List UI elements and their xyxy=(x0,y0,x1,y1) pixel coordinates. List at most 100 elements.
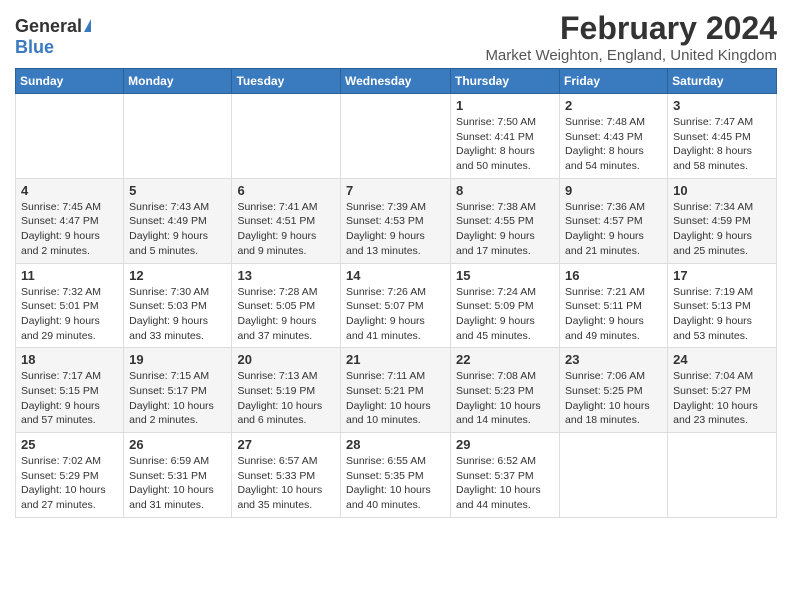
calendar-cell: 15 Sunrise: 7:24 AM Sunset: 5:09 PM Dayli… xyxy=(451,263,560,348)
calendar-cell: 14 Sunrise: 7:26 AM Sunset: 5:07 PM Dayli… xyxy=(341,263,451,348)
calendar-cell: 1 Sunrise: 7:50 AM Sunset: 4:41 PM Daylig… xyxy=(451,94,560,179)
calendar-cell: 2Sunrise: 7:48 AM Sunset: 4:43 PM Daylig… xyxy=(560,94,668,179)
calendar-cell xyxy=(232,94,341,179)
calendar-cell: 16 Sunrise: 7:21 AM Sunset: 5:11 PM Dayli… xyxy=(560,263,668,348)
day-info: Sunrise: 7:11 AM Sunset: 5:21 PM Dayligh… xyxy=(346,369,445,428)
header-cell-friday: Friday xyxy=(560,69,668,94)
calendar-cell: 3Sunrise: 7:47 AM Sunset: 4:45 PM Daylig… xyxy=(668,94,777,179)
day-info: Sunrise: 7:17 AM Sunset: 5:15 PM Dayligh… xyxy=(21,369,118,428)
logo-blue-text: Blue xyxy=(15,37,54,58)
calendar-cell xyxy=(341,94,451,179)
calendar-cell: 28 Sunrise: 6:55 AM Sunset: 5:35 PM Dayli… xyxy=(341,433,451,518)
day-number: 21 xyxy=(346,352,445,367)
day-info: Sunrise: 7:13 AM Sunset: 5:19 PM Dayligh… xyxy=(237,369,335,428)
calendar-cell: 19 Sunrise: 7:15 AM Sunset: 5:17 PM Dayli… xyxy=(124,348,232,433)
calendar-cell: 21 Sunrise: 7:11 AM Sunset: 5:21 PM Dayli… xyxy=(341,348,451,433)
day-info: Sunrise: 6:55 AM Sunset: 5:35 PM Dayligh… xyxy=(346,454,445,513)
header-cell-wednesday: Wednesday xyxy=(341,69,451,94)
calendar-cell: 4Sunrise: 7:45 AM Sunset: 4:47 PM Daylig… xyxy=(16,178,124,263)
day-info: Sunrise: 7:47 AM Sunset: 4:45 PM Dayligh… xyxy=(673,115,771,174)
calendar-cell: 12 Sunrise: 7:30 AM Sunset: 5:03 PM Dayli… xyxy=(124,263,232,348)
day-number: 17 xyxy=(673,268,771,283)
day-info: Sunrise: 7:04 AM Sunset: 5:27 PM Dayligh… xyxy=(673,369,771,428)
calendar-cell: 13Sunrise: 7:28 AM Sunset: 5:05 PM Dayli… xyxy=(232,263,341,348)
calendar-cell: 8 Sunrise: 7:38 AM Sunset: 4:55 PM Daylig… xyxy=(451,178,560,263)
calendar-cell xyxy=(668,433,777,518)
day-info: Sunrise: 7:41 AM Sunset: 4:51 PM Dayligh… xyxy=(237,200,335,259)
day-number: 5 xyxy=(129,183,226,198)
day-number: 29 xyxy=(456,437,554,452)
day-info: Sunrise: 6:57 AM Sunset: 5:33 PM Dayligh… xyxy=(237,454,335,513)
logo: General Blue xyxy=(15,16,91,58)
day-info: Sunrise: 7:19 AM Sunset: 5:13 PM Dayligh… xyxy=(673,285,771,344)
day-number: 26 xyxy=(129,437,226,452)
day-info: Sunrise: 7:48 AM Sunset: 4:43 PM Dayligh… xyxy=(565,115,662,174)
day-info: Sunrise: 6:59 AM Sunset: 5:31 PM Dayligh… xyxy=(129,454,226,513)
header: General Blue February 2024 Market Weight… xyxy=(15,10,777,64)
calendar-body: 1 Sunrise: 7:50 AM Sunset: 4:41 PM Daylig… xyxy=(16,94,777,518)
day-number: 24 xyxy=(673,352,771,367)
day-number: 9 xyxy=(565,183,662,198)
calendar-week-2: 4Sunrise: 7:45 AM Sunset: 4:47 PM Daylig… xyxy=(16,178,777,263)
calendar-cell: 7Sunrise: 7:39 AM Sunset: 4:53 PM Daylig… xyxy=(341,178,451,263)
calendar-cell: 25 Sunrise: 7:02 AM Sunset: 5:29 PM Dayli… xyxy=(16,433,124,518)
day-number: 23 xyxy=(565,352,662,367)
day-info: Sunrise: 7:38 AM Sunset: 4:55 PM Dayligh… xyxy=(456,200,554,259)
calendar-header-row: SundayMondayTuesdayWednesdayThursdayFrid… xyxy=(16,69,777,94)
day-number: 15 xyxy=(456,268,554,283)
day-number: 13 xyxy=(237,268,335,283)
day-number: 27 xyxy=(237,437,335,452)
day-info: Sunrise: 7:15 AM Sunset: 5:17 PM Dayligh… xyxy=(129,369,226,428)
header-cell-monday: Monday xyxy=(124,69,232,94)
logo-general-text: General xyxy=(15,16,82,37)
calendar-week-3: 11Sunrise: 7:32 AM Sunset: 5:01 PM Dayli… xyxy=(16,263,777,348)
calendar-cell: 9Sunrise: 7:36 AM Sunset: 4:57 PM Daylig… xyxy=(560,178,668,263)
day-number: 25 xyxy=(21,437,118,452)
day-info: Sunrise: 7:06 AM Sunset: 5:25 PM Dayligh… xyxy=(565,369,662,428)
calendar-cell xyxy=(16,94,124,179)
day-info: Sunrise: 6:52 AM Sunset: 5:37 PM Dayligh… xyxy=(456,454,554,513)
day-number: 10 xyxy=(673,183,771,198)
day-number: 14 xyxy=(346,268,445,283)
day-number: 1 xyxy=(456,98,554,113)
calendar-cell: 26 Sunrise: 6:59 AM Sunset: 5:31 PM Dayli… xyxy=(124,433,232,518)
day-number: 28 xyxy=(346,437,445,452)
header-cell-tuesday: Tuesday xyxy=(232,69,341,94)
day-info: Sunrise: 7:43 AM Sunset: 4:49 PM Dayligh… xyxy=(129,200,226,259)
day-info: Sunrise: 7:24 AM Sunset: 5:09 PM Dayligh… xyxy=(456,285,554,344)
calendar-table: SundayMondayTuesdayWednesdayThursdayFrid… xyxy=(15,68,777,518)
header-cell-saturday: Saturday xyxy=(668,69,777,94)
calendar-week-5: 25 Sunrise: 7:02 AM Sunset: 5:29 PM Dayli… xyxy=(16,433,777,518)
calendar-cell: 29 Sunrise: 6:52 AM Sunset: 5:37 PM Dayli… xyxy=(451,433,560,518)
calendar-cell xyxy=(124,94,232,179)
calendar-cell: 22 Sunrise: 7:08 AM Sunset: 5:23 PM Dayli… xyxy=(451,348,560,433)
day-number: 8 xyxy=(456,183,554,198)
day-info: Sunrise: 7:26 AM Sunset: 5:07 PM Dayligh… xyxy=(346,285,445,344)
day-number: 19 xyxy=(129,352,226,367)
day-info: Sunrise: 7:02 AM Sunset: 5:29 PM Dayligh… xyxy=(21,454,118,513)
calendar-cell: 20 Sunrise: 7:13 AM Sunset: 5:19 PM Dayli… xyxy=(232,348,341,433)
calendar-cell: 6 Sunrise: 7:41 AM Sunset: 4:51 PM Daylig… xyxy=(232,178,341,263)
day-number: 16 xyxy=(565,268,662,283)
day-info: Sunrise: 7:21 AM Sunset: 5:11 PM Dayligh… xyxy=(565,285,662,344)
day-info: Sunrise: 7:39 AM Sunset: 4:53 PM Dayligh… xyxy=(346,200,445,259)
header-cell-sunday: Sunday xyxy=(16,69,124,94)
calendar-cell: 5 Sunrise: 7:43 AM Sunset: 4:49 PM Daylig… xyxy=(124,178,232,263)
calendar-cell: 23 Sunrise: 7:06 AM Sunset: 5:25 PM Dayli… xyxy=(560,348,668,433)
day-number: 22 xyxy=(456,352,554,367)
calendar-cell: 11Sunrise: 7:32 AM Sunset: 5:01 PM Dayli… xyxy=(16,263,124,348)
day-number: 4 xyxy=(21,183,118,198)
day-info: Sunrise: 7:30 AM Sunset: 5:03 PM Dayligh… xyxy=(129,285,226,344)
calendar-cell: 10 Sunrise: 7:34 AM Sunset: 4:59 PM Dayli… xyxy=(668,178,777,263)
day-info: Sunrise: 7:34 AM Sunset: 4:59 PM Dayligh… xyxy=(673,200,771,259)
day-number: 20 xyxy=(237,352,335,367)
day-number: 12 xyxy=(129,268,226,283)
day-number: 18 xyxy=(21,352,118,367)
day-info: Sunrise: 7:50 AM Sunset: 4:41 PM Dayligh… xyxy=(456,115,554,174)
day-number: 6 xyxy=(237,183,335,198)
day-info: Sunrise: 7:08 AM Sunset: 5:23 PM Dayligh… xyxy=(456,369,554,428)
calendar-cell xyxy=(560,433,668,518)
title-area: February 2024 Market Weighton, England, … xyxy=(485,10,777,64)
calendar-cell: 24 Sunrise: 7:04 AM Sunset: 5:27 PM Dayli… xyxy=(668,348,777,433)
month-title: February 2024 xyxy=(485,10,777,47)
